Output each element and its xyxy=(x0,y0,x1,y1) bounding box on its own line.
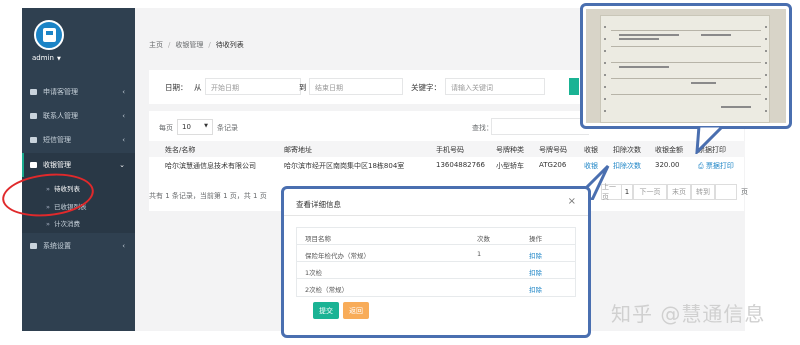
sidebar-item-label: 系统设置 xyxy=(43,242,71,250)
sidebar-item-cashier[interactable]: 收银管理 ⌄ xyxy=(22,153,135,177)
user-menu[interactable]: admin ▼ xyxy=(32,54,61,62)
modal-title: 查看详细信息 xyxy=(296,200,341,209)
watermark: 知乎 @慧通信息 xyxy=(611,302,766,326)
search-button[interactable] xyxy=(569,78,579,95)
submenu-count-consumption[interactable]: 计次消费 xyxy=(46,218,80,228)
sidebar: admin▼ 申请客管理 ‹ 联系人管理 ‹ 短信管理 ‹ 收银管理 ⌄ 待收列… xyxy=(22,8,135,331)
callout-pointer xyxy=(693,124,727,156)
col-item-name: 项目名称 xyxy=(305,235,331,243)
print-receipt-label: 票据打印 xyxy=(705,162,734,170)
last-page-button[interactable]: 末页 xyxy=(667,184,691,200)
end-date-input[interactable]: 结束日期 xyxy=(309,78,403,95)
deduct-action-link[interactable]: 扣除 xyxy=(529,250,542,260)
sidebar-item-settings[interactable]: 系统设置 ‹ xyxy=(22,234,135,258)
sidebar-item-label: 联系人管理 xyxy=(43,112,78,120)
col-count: 次数 xyxy=(477,235,490,243)
item-name: 2次检（常规） xyxy=(305,286,349,294)
goto-page-input[interactable] xyxy=(715,184,737,200)
close-icon[interactable]: × xyxy=(568,196,576,207)
chevron-left-icon: ‹ xyxy=(122,112,125,120)
printer-icon: ⎙ xyxy=(698,162,706,170)
chevron-down-icon: ⌄ xyxy=(119,161,125,169)
list-item: 2次检（常规） 扣除 xyxy=(297,279,575,296)
sidebar-item-label: 收银管理 xyxy=(43,161,71,169)
pagination-summary: 共有 1 条记录，当前第 1 页，共 1 页 xyxy=(149,192,267,200)
item-name: 1次检 xyxy=(305,269,323,277)
breadcrumb-separator: / xyxy=(208,41,211,49)
cell-amount: 320.00 xyxy=(655,161,680,169)
deduct-action-link[interactable]: 扣除 xyxy=(529,284,542,294)
mail-icon xyxy=(30,137,37,143)
keyword-input[interactable]: 请输入关键词 xyxy=(445,78,545,95)
breadcrumb: 主页 / 收银管理 / 待收列表 xyxy=(149,40,244,50)
date-label: 日期： xyxy=(165,83,188,92)
cell-phone: 13604882766 xyxy=(436,161,485,169)
goto-page-button[interactable]: 转到 xyxy=(691,184,715,200)
cell-plate-type: 小型轿车 xyxy=(496,162,524,170)
modal-divider xyxy=(284,215,588,216)
cancel-button[interactable]: 返回 xyxy=(343,302,369,319)
receipt-photo xyxy=(586,9,786,123)
modal-table-header: 项目名称 次数 操作 xyxy=(297,228,575,245)
breadcrumb-separator: / xyxy=(168,41,171,49)
chevron-left-icon: ‹ xyxy=(122,136,125,144)
modal-table: 项目名称 次数 操作 保险年检代办（常规） 1 扣除 1次检 扣除 2次检（常规… xyxy=(296,227,576,297)
caret-down-icon: ▼ xyxy=(56,56,61,62)
item-name: 保险年检代办（常规） xyxy=(305,252,370,260)
sidebar-item-sms[interactable]: 短信管理 ‹ xyxy=(22,128,135,152)
avatar[interactable] xyxy=(34,20,64,50)
yen-icon xyxy=(30,162,37,168)
cell-plate-number: ATG206 xyxy=(539,161,567,169)
list-item: 1次检 扣除 xyxy=(297,262,575,279)
receipt-paper xyxy=(600,15,770,123)
page-suffix-label: 页 xyxy=(741,188,748,196)
user-icon xyxy=(30,113,37,119)
next-page-button[interactable]: 下一页 xyxy=(633,184,667,200)
username: admin xyxy=(32,54,54,62)
sidebar-item-applicants[interactable]: 申请客管理 ‹ xyxy=(22,80,135,104)
receipt-photo-callout xyxy=(580,3,792,129)
from-label: 从 xyxy=(194,83,202,92)
breadcrumb-home[interactable]: 主页 xyxy=(149,41,163,49)
sidebar-item-label: 短信管理 xyxy=(43,136,71,144)
start-date-input[interactable]: 开始日期 xyxy=(205,78,301,95)
car-logo-icon xyxy=(43,28,56,42)
page-1-button[interactable]: 1 xyxy=(621,184,633,200)
cell-name: 哈尔滨慧通信息技术有限公司 xyxy=(165,162,256,170)
chevron-left-icon: ‹ xyxy=(122,88,125,96)
deduct-action-link[interactable]: 扣除 xyxy=(529,267,542,277)
breadcrumb-current: 待收列表 xyxy=(215,41,244,49)
sidebar-item-contacts[interactable]: 联系人管理 ‹ xyxy=(22,104,135,128)
keyword-label: 关键字： xyxy=(411,83,441,92)
chevron-left-icon: ‹ xyxy=(122,242,125,250)
sidebar-item-label: 申请客管理 xyxy=(43,88,78,96)
item-count: 1 xyxy=(477,250,482,258)
to-label: 到 xyxy=(299,83,307,92)
detail-modal: 查看详细信息 × 项目名称 次数 操作 保险年检代办（常规） 1 扣除 1次检 … xyxy=(281,186,591,338)
cell-address: 哈尔滨市经开区南岗集中区18栋804室 xyxy=(284,162,405,170)
list-item: 保险年检代办（常规） 1 扣除 xyxy=(297,245,575,262)
edit-icon xyxy=(30,89,37,95)
submit-button[interactable]: 提交 xyxy=(313,302,339,319)
col-action: 操作 xyxy=(529,235,542,243)
gear-icon xyxy=(30,243,37,249)
print-receipt-link[interactable]: ⎙ 票据打印 xyxy=(698,161,734,171)
breadcrumb-cashier[interactable]: 收银管理 xyxy=(175,41,203,49)
